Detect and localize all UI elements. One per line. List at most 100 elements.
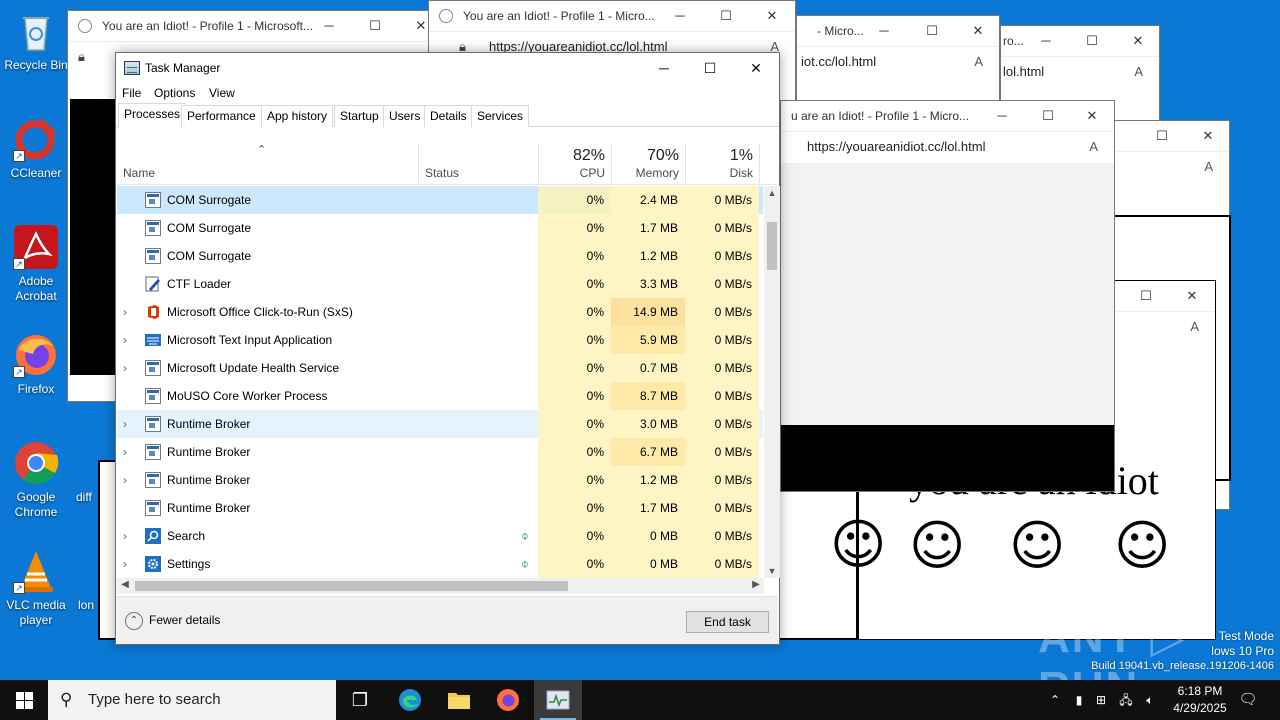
table-row[interactable]: CTF Loader 0% 3.3 MB 0 MB/s — [117, 270, 763, 298]
horizontal-scrollbar[interactable]: ◀ ▶ — [117, 578, 764, 594]
expand-chevron-icon[interactable]: › — [123, 417, 133, 431]
address-bar-url[interactable]: lol.html — [1003, 64, 1044, 79]
show-hidden-icons-chevron-icon[interactable]: ⌃ — [1046, 680, 1064, 720]
maximize-button[interactable]: ☐ — [1123, 281, 1169, 311]
desktop-icon-ccleaner[interactable]: ↗ CCleaner — [0, 116, 72, 181]
taskbar-search-box[interactable]: ⚲ Type here to search — [48, 680, 336, 720]
table-row[interactable]: › Microsoft Update Health Service 0% 0.7 MB… — [117, 354, 763, 382]
table-row[interactable]: Runtime Broker 0% 1.7 MB 0 MB/s — [117, 494, 763, 522]
vertical-scrollbar[interactable]: ▲ ▼ — [764, 186, 780, 578]
edge-icon[interactable] — [386, 680, 434, 720]
table-row[interactable]: COM Surrogate 0% 2.4 MB 0 MB/s — [117, 186, 763, 214]
menu-view[interactable]: View — [209, 86, 235, 100]
close-button[interactable]: ✕ — [1169, 281, 1215, 311]
fewer-details-button[interactable]: ⌃ Fewer details — [125, 612, 220, 630]
maximize-button[interactable]: ☐ — [352, 11, 398, 41]
column-disk[interactable]: 1% Disk — [686, 143, 760, 185]
minimize-button[interactable]: ─ — [1023, 26, 1069, 56]
tab-details[interactable]: Details — [424, 105, 473, 127]
expand-chevron-icon[interactable]: › — [123, 305, 133, 319]
scrollbar-thumb[interactable] — [135, 581, 568, 591]
table-row[interactable]: › Runtime Broker 0% 6.7 MB 0 MB/s — [117, 438, 763, 466]
tab-performance[interactable]: Performance — [181, 105, 262, 127]
end-task-button[interactable]: End task — [686, 611, 769, 633]
scrollbar-thumb[interactable] — [767, 222, 777, 270]
expand-chevron-icon[interactable]: › — [123, 333, 133, 347]
expand-chevron-icon[interactable]: › — [123, 361, 133, 375]
browser-window-front[interactable]: u are an Idiot! - Profile 1 - Micro... ─… — [780, 100, 1115, 492]
expand-chevron-icon[interactable]: › — [123, 445, 133, 459]
table-row[interactable]: › Microsoft Office Click-to-Run (SxS) 0% 14… — [117, 298, 763, 326]
volume-icon[interactable]: 🔈︎ — [1140, 680, 1160, 720]
maximize-button[interactable]: ☐ — [909, 16, 955, 46]
expand-chevron-icon[interactable]: › — [123, 557, 133, 571]
desktop-icon-vlc[interactable]: ↗ VLC media player — [0, 548, 72, 628]
desktop-icon-partial[interactable]: lon — [78, 598, 100, 613]
table-row[interactable]: COM Surrogate 0% 1.7 MB 0 MB/s — [117, 214, 763, 242]
minimize-button[interactable]: ─ — [979, 101, 1025, 131]
task-view-icon[interactable]: ❐ — [336, 680, 384, 720]
title-bar[interactable]: Task Manager ─ ☐ ✕ — [116, 53, 779, 83]
desktop-icon-recycle-bin[interactable]: Recycle Bin — [0, 8, 72, 73]
menu-options[interactable]: Options — [154, 86, 195, 100]
maximize-button[interactable]: ☐ — [1139, 121, 1185, 151]
maximize-button[interactable]: ☐ — [687, 53, 733, 83]
scroll-left-icon[interactable]: ◀ — [117, 579, 133, 590]
column-name[interactable]: ⌃ Name — [117, 143, 419, 185]
close-button[interactable]: ✕ — [1069, 101, 1114, 131]
expand-chevron-icon[interactable]: › — [123, 473, 133, 487]
firefox-icon[interactable] — [484, 680, 532, 720]
tab-services[interactable]: Services — [471, 105, 530, 127]
clock[interactable]: 6:18 PM 4/29/2025 — [1160, 683, 1240, 717]
table-row[interactable]: › Runtime Broker 0% 1.2 MB 0 MB/s — [117, 466, 763, 494]
notification-icon[interactable]: 🗨︎ — [1236, 680, 1260, 720]
table-row[interactable]: MoUSO Core Worker Process 0% 8.7 MB 0 MB/s — [117, 382, 763, 410]
close-button[interactable]: ✕ — [955, 16, 999, 46]
scroll-up-icon[interactable]: ▲ — [764, 188, 780, 198]
minimize-button[interactable]: ─ — [657, 1, 703, 31]
read-aloud-icon[interactable]: A — [1089, 132, 1098, 161]
table-row[interactable]: › Settings ⌽ 0% 0 MB 0 MB/s — [117, 550, 763, 578]
menu-file[interactable]: File — [122, 86, 141, 100]
start-button[interactable] — [0, 680, 48, 720]
read-aloud-icon[interactable]: A — [1204, 152, 1213, 181]
column-cpu[interactable]: 82% CPU — [539, 143, 612, 185]
tab-startup[interactable]: Startup — [334, 105, 385, 127]
table-row[interactable]: › Microsoft Text Input Application 0% 5.9 M… — [117, 326, 763, 354]
scroll-right-icon[interactable]: ▶ — [748, 579, 764, 590]
close-button[interactable]: ✕ — [1115, 26, 1159, 56]
close-button[interactable]: ✕ — [398, 11, 432, 41]
file-explorer-icon[interactable] — [435, 680, 483, 720]
close-button[interactable]: ✕ — [749, 1, 795, 31]
column-memory[interactable]: 70% Memory — [612, 143, 686, 185]
network-icon[interactable]: 🖧︎ — [1116, 680, 1136, 720]
minimize-button[interactable]: ─ — [306, 11, 352, 41]
maximize-button[interactable]: ☐ — [1069, 26, 1115, 56]
maximize-button[interactable]: ☐ — [1025, 101, 1071, 131]
tray-app-icon[interactable]: ▮ — [1070, 680, 1088, 720]
tab-app-history[interactable]: App history — [261, 105, 334, 127]
desktop-icon-firefox[interactable]: ↗ Firefox — [0, 332, 72, 397]
minimize-button[interactable]: ─ — [641, 53, 687, 83]
expand-chevron-icon[interactable]: › — [123, 529, 133, 543]
tab-processes[interactable]: Processes — [118, 103, 187, 128]
address-bar-url[interactable]: iot.cc/lol.html — [801, 54, 876, 69]
table-row[interactable]: › Runtime Broker 0% 3.0 MB 0 MB/s — [117, 410, 763, 438]
maximize-button[interactable]: ☐ — [703, 1, 749, 31]
scroll-down-icon[interactable]: ▼ — [764, 566, 780, 576]
task-manager-window[interactable]: Task Manager ─ ☐ ✕ File Options View Pro… — [115, 52, 780, 645]
tab-users[interactable]: Users — [383, 105, 427, 127]
close-button[interactable]: ✕ — [1185, 121, 1229, 151]
read-aloud-icon[interactable]: A — [1134, 57, 1143, 86]
task-manager-taskbar-icon[interactable] — [534, 680, 582, 720]
close-button[interactable]: ✕ — [733, 53, 779, 83]
desktop-icon-chrome[interactable]: Google Chrome — [0, 440, 72, 520]
address-bar-url[interactable]: https://youareanidiot.cc/lol.html — [807, 139, 985, 154]
usb-icon[interactable]: ⊞ — [1092, 680, 1110, 720]
minimize-button[interactable]: ─ — [861, 16, 907, 46]
column-status[interactable]: Status — [419, 143, 539, 185]
desktop-icon-partial[interactable]: diff — [76, 490, 100, 505]
table-row[interactable]: › Search ⌽ 0% 0 MB 0 MB/s — [117, 522, 763, 550]
table-row[interactable]: COM Surrogate 0% 1.2 MB 0 MB/s — [117, 242, 763, 270]
desktop-icon-acrobat[interactable]: ↗ Adobe Acrobat — [0, 224, 72, 304]
